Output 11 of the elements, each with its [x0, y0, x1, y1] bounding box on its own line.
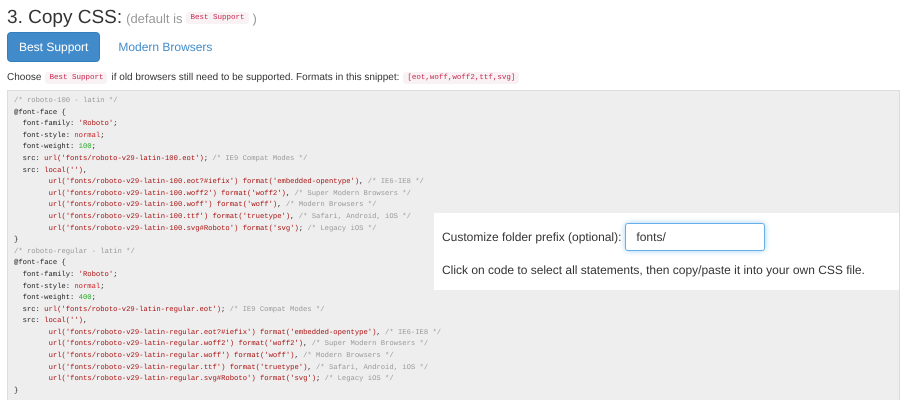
hint-text: Click on code to select all statements, then copy/paste it into your own CSS file. [442, 263, 866, 277]
code-block[interactable] [7, 90, 900, 400]
section-title: 3. Copy CSS: [7, 7, 122, 29]
prefix-input[interactable]: fonts/ [625, 223, 766, 251]
format-tab[interactable]: Modern Browsers [106, 32, 224, 62]
default-note: ) [252, 11, 257, 26]
format-tab[interactable]: Best Support [7, 32, 100, 62]
description-text: if old browsers still need to be supported. Formats in this snippet: [111, 72, 400, 83]
default-note: (default is [126, 11, 182, 26]
description-text: Choose [7, 72, 42, 83]
prefix-label: Customize folder prefix (optional): [442, 230, 622, 244]
